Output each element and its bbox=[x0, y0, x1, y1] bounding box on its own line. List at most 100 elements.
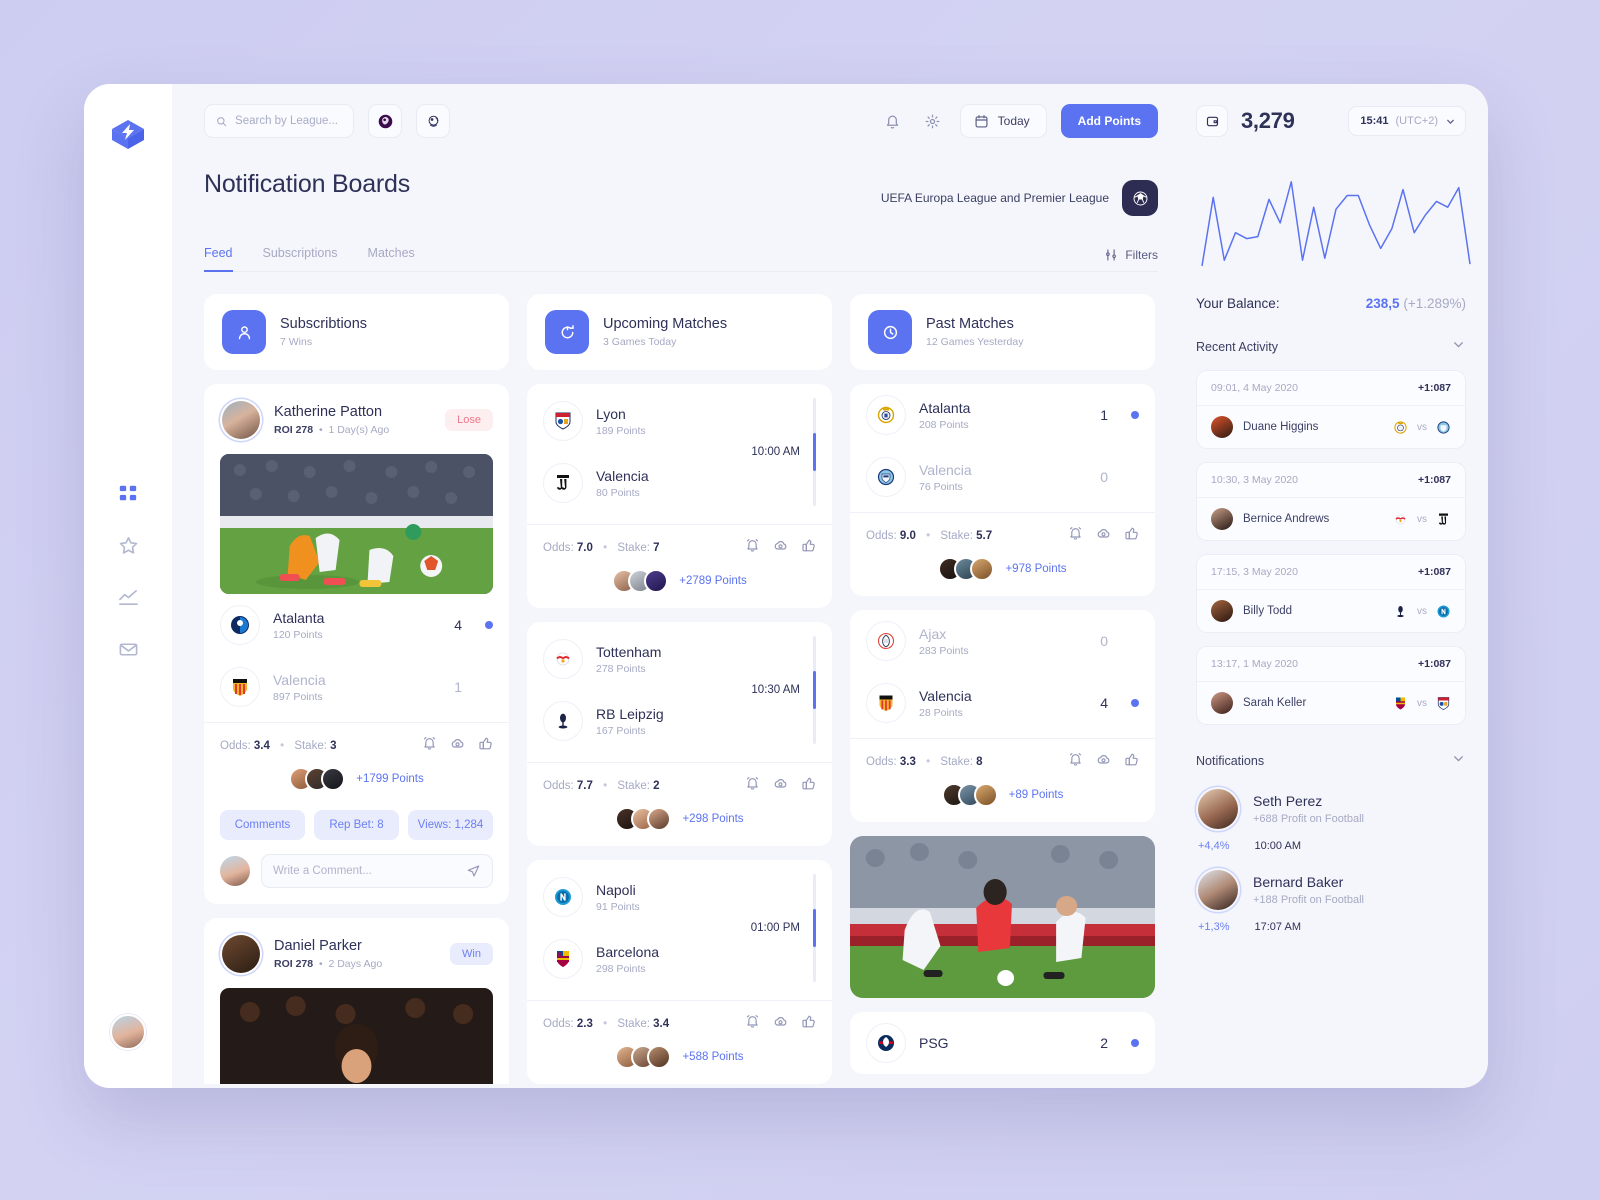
past-match-card[interactable]: Ajax 283 Points 0 Valencia 28 Points 4 O… bbox=[850, 610, 1155, 822]
league-selector[interactable]: UEFA Europa League and Premier League bbox=[881, 170, 1158, 216]
thumbs-up-icon[interactable] bbox=[801, 776, 816, 796]
comment-cloud-icon[interactable] bbox=[773, 1014, 788, 1034]
avatar bbox=[970, 557, 995, 581]
app-logo-icon[interactable] bbox=[108, 116, 148, 156]
chevron-down-icon bbox=[1447, 119, 1454, 124]
odds-value: 3.3 bbox=[899, 756, 916, 768]
search-input[interactable] bbox=[235, 115, 342, 127]
your-balance-change: (+1.289%) bbox=[1403, 296, 1466, 311]
stat-title: Past Matches bbox=[926, 316, 1014, 332]
sidebar-item-dashboard[interactable] bbox=[117, 482, 139, 504]
points-row: +588 Points bbox=[527, 1034, 832, 1084]
odds-text: Odds: 7.0 • Stake: 7 bbox=[543, 542, 660, 554]
atalanta-crest-icon bbox=[220, 605, 260, 645]
odds-value: 9.0 bbox=[899, 530, 916, 542]
team-row: RB Leipzig 167 Points bbox=[527, 690, 832, 752]
add-points-button[interactable]: Add Points bbox=[1060, 104, 1158, 138]
man-city-crest-icon bbox=[866, 457, 906, 497]
stat-card-subscriptions[interactable]: Subscribtions 7 Wins bbox=[204, 294, 509, 370]
past-match-card[interactable]: PSG 2 bbox=[850, 1012, 1155, 1074]
notification-time: 17:07 AM bbox=[1254, 921, 1301, 933]
activity-bottom: Sarah Keller vs bbox=[1197, 681, 1465, 724]
comment-cloud-icon[interactable] bbox=[1096, 526, 1111, 546]
notification-item[interactable]: Bernard Baker +188 Profit on Football bbox=[1196, 868, 1466, 912]
stake-value: 3 bbox=[330, 740, 337, 752]
sidebar-item-messages[interactable] bbox=[117, 638, 139, 660]
alarm-icon[interactable] bbox=[1068, 526, 1083, 546]
action-icons bbox=[1068, 526, 1139, 546]
team-points: 28 Points bbox=[919, 706, 963, 719]
alarm-icon[interactable] bbox=[745, 776, 760, 796]
europa-league-badge-icon[interactable] bbox=[416, 104, 450, 138]
tab-subscriptions[interactable]: Subscriptions bbox=[263, 238, 338, 272]
views-chip[interactable]: Views: 1,284 bbox=[408, 810, 493, 840]
app-window: Today Add Points Notification Boards UEF… bbox=[84, 84, 1488, 1088]
thumbs-up-icon[interactable] bbox=[1124, 752, 1139, 772]
comment-cloud-icon[interactable] bbox=[1096, 752, 1111, 772]
feed-card[interactable]: Katherine Patton ROI 278 • 1 Day(s) Ago … bbox=[204, 384, 509, 904]
user-avatar[interactable] bbox=[110, 1014, 146, 1050]
participants-avatars bbox=[938, 557, 995, 581]
feed-roi: ROI 278 bbox=[274, 424, 314, 436]
alarm-icon[interactable] bbox=[745, 1014, 760, 1034]
thumbs-up-icon[interactable] bbox=[478, 736, 493, 756]
rep-bet-chip[interactable]: Rep Bet: 8 bbox=[314, 810, 399, 840]
thumbs-up-icon[interactable] bbox=[1124, 526, 1139, 546]
today-button[interactable]: Today bbox=[959, 104, 1047, 138]
thumbs-up-icon[interactable] bbox=[801, 1014, 816, 1034]
sidebar-item-statistics[interactable] bbox=[117, 586, 139, 608]
team-name: PSG bbox=[919, 1035, 949, 1051]
avatar[interactable] bbox=[220, 933, 262, 975]
match-photo bbox=[220, 454, 493, 594]
search-box[interactable] bbox=[204, 104, 354, 138]
activity-card[interactable]: 10:30, 3 May 2020 +1:087 Bernice Andrews… bbox=[1196, 462, 1466, 541]
stat-card-upcoming[interactable]: Upcoming Matches 3 Games Today bbox=[527, 294, 832, 370]
champions-league-icon[interactable] bbox=[1122, 180, 1158, 216]
match-card[interactable]: Tottenham 278 Points RB Leipzig 167 Poin… bbox=[527, 622, 832, 846]
comment-box[interactable] bbox=[261, 854, 493, 888]
stat-card-past[interactable]: Past Matches 12 Games Yesterday bbox=[850, 294, 1155, 370]
feed-card[interactable]: Daniel Parker ROI 278 • 2 Days Ago Win bbox=[204, 918, 509, 1084]
action-icons bbox=[745, 1014, 816, 1034]
thumbs-up-icon[interactable] bbox=[801, 538, 816, 558]
comments-chip[interactable]: Comments bbox=[220, 810, 305, 840]
activity-top: 17:15, 3 May 2020 +1:087 bbox=[1197, 555, 1465, 589]
notification-item[interactable]: Seth Perez +688 Profit on Football bbox=[1196, 787, 1466, 831]
alarm-icon[interactable] bbox=[422, 736, 437, 756]
past-match-photo-card[interactable] bbox=[850, 836, 1155, 998]
activity-card[interactable]: 13:17, 1 May 2020 +1:087 Sarah Keller vs bbox=[1196, 646, 1466, 725]
avatar[interactable] bbox=[220, 399, 262, 441]
feed-user-name: Katherine Patton bbox=[274, 404, 383, 420]
team-row: Valencia 28 Points 4 bbox=[850, 672, 1155, 734]
activity-card[interactable]: 09:01, 4 May 2020 +1:087 Duane Higgins v… bbox=[1196, 370, 1466, 449]
chevron-down-icon[interactable] bbox=[1451, 751, 1466, 771]
filters-button[interactable]: Filters bbox=[1104, 248, 1158, 262]
premier-league-badge-icon[interactable] bbox=[368, 104, 402, 138]
match-card[interactable]: Lyon 189 Points Valencia 80 Points 10:00… bbox=[527, 384, 832, 608]
timezone-selector[interactable]: 15:41 (UTC+2) bbox=[1348, 106, 1466, 136]
stat-title: Subscribtions bbox=[280, 316, 368, 332]
tab-feed[interactable]: Feed bbox=[204, 238, 233, 272]
team-name: RB Leipzig bbox=[596, 705, 664, 722]
match-card[interactable]: Napoli 91 Points Barcelona 298 Points 01… bbox=[527, 860, 832, 1084]
sidebar-item-favorites[interactable] bbox=[117, 534, 139, 556]
alarm-icon[interactable] bbox=[745, 538, 760, 558]
wallet-icon[interactable] bbox=[1196, 105, 1228, 137]
chevron-down-icon[interactable] bbox=[1451, 337, 1466, 357]
activity-card[interactable]: 17:15, 3 May 2020 +1:087 Billy Todd vs bbox=[1196, 554, 1466, 633]
tab-matches[interactable]: Matches bbox=[368, 238, 415, 272]
gear-icon[interactable] bbox=[920, 108, 946, 134]
vs-label: vs bbox=[1417, 513, 1427, 525]
activity-match: vs bbox=[1393, 696, 1451, 711]
comment-input[interactable] bbox=[273, 865, 467, 877]
past-match-card[interactable]: Atalanta 208 Points 1 Valencia 76 Points… bbox=[850, 384, 1155, 596]
comment-cloud-icon[interactable] bbox=[450, 736, 465, 756]
match-time: 10:30 AM bbox=[751, 684, 800, 696]
comment-cloud-icon[interactable] bbox=[773, 538, 788, 558]
lyon-crest-icon bbox=[543, 401, 583, 441]
bell-icon[interactable] bbox=[880, 108, 906, 134]
alarm-icon[interactable] bbox=[1068, 752, 1083, 772]
team-score: 0 bbox=[1100, 469, 1108, 485]
avatar bbox=[1211, 692, 1233, 714]
comment-cloud-icon[interactable] bbox=[773, 776, 788, 796]
